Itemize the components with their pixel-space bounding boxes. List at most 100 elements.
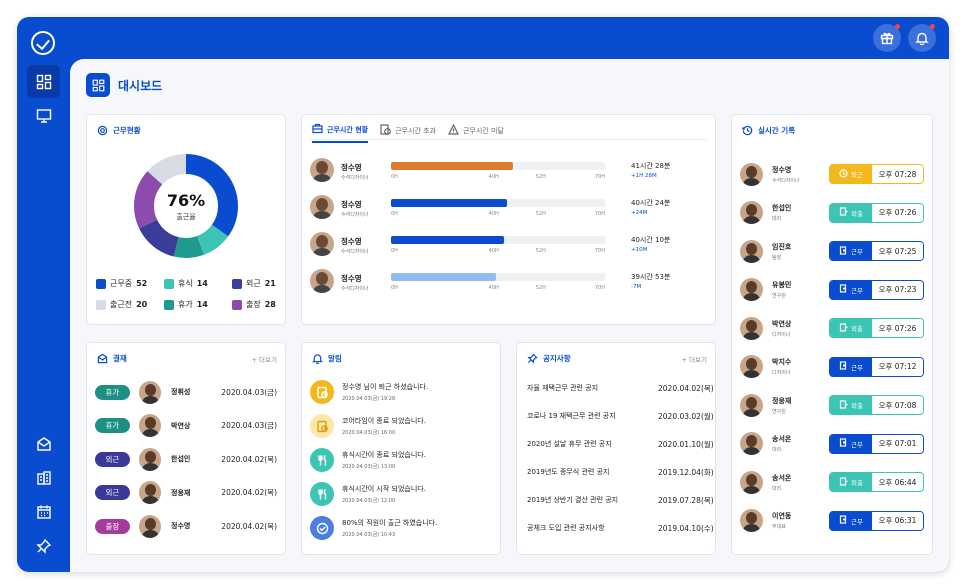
alert-message: 80%의 직원이 출근 하였습니다. <box>342 519 438 527</box>
legend-label: 근무중 <box>110 279 133 288</box>
check-circle-icon <box>310 516 334 540</box>
notice-row[interactable]: 2019년도 종무식 관련 공지 2019.12.04(화) <box>527 467 922 478</box>
alert-row[interactable]: 코어타임이 종료 되었습니다. 2020.04.03(금) 16:00 <box>310 412 496 440</box>
realtime-row[interactable]: 정수영 수석디자이너 퇴근 오후 07:28 <box>740 160 925 188</box>
approval-row[interactable]: 휴가 박연상 2020.04.03(금) <box>95 413 277 439</box>
alert-row[interactable]: 휴식시간이 시작 되었습니다. 2020.04.03(금) 12:00 <box>310 480 496 508</box>
tick-label: 0H <box>391 285 398 291</box>
realtime-row[interactable]: 박지수 디자이너 근무 오후 07:12 <box>740 353 925 381</box>
attendance-rate-label: 출근율 <box>176 212 196 221</box>
worktime-row[interactable]: 정수영 수석디자이너 0H 40H 52H 70H 41시간 28분 +1H 28M <box>310 158 708 186</box>
approval-more-link[interactable]: + 더보기 <box>252 354 277 364</box>
bell-button[interactable] <box>908 24 936 52</box>
realtime-row[interactable]: 한섭인 대리 외출 오후 07:26 <box>740 199 925 227</box>
notice-row[interactable]: 자율 재택근무 관련 공지 2020.04.02(목) <box>527 383 922 394</box>
hours-diff: +10M <box>631 247 648 253</box>
sidebar-item-monitor[interactable] <box>27 99 60 132</box>
alert-text: 80%의 직원이 출근 하였습니다. 2020.04.03(금) 10:43 <box>342 518 437 538</box>
notice-row[interactable]: 2019년 상반기 결산 관련 공지 2019.07.28(목) <box>527 495 922 506</box>
total-hours: 41시간 28분 <box>631 162 671 170</box>
legend-swatch <box>232 278 242 289</box>
notice-row[interactable]: 공체크 도입 관련 공지사항 2019.04.10(수) <box>527 523 922 534</box>
tab-worktime-1[interactable]: 근무시간 초과 <box>380 123 436 143</box>
alert-time: 2020.04.03(금) 10:43 <box>342 532 396 538</box>
donut-center: 76% 출근율 <box>132 152 240 260</box>
tab-worktime-0[interactable]: 근무시간 현황 <box>312 123 369 143</box>
legend-item: 휴식 14 <box>164 278 232 289</box>
avatar <box>310 232 334 256</box>
tick-label: 40H <box>488 211 499 217</box>
worktime-row[interactable]: 정수영 수석디자이너 0H 40H 52H 70H 40시간 24분 +24M <box>310 195 708 223</box>
alerts-header: 알림 <box>312 353 342 364</box>
notice-title: 2019년도 종무식 관련 공지 <box>527 468 610 476</box>
tab-label: 근무시간 미달 <box>462 126 504 135</box>
hours-bar-fill <box>391 236 505 244</box>
legend-swatch <box>164 278 174 289</box>
realtime-role: 디자이너 <box>772 331 791 338</box>
sidebar-item-pin[interactable] <box>27 529 60 562</box>
realtime-info: 한섭인 대리 <box>772 203 829 222</box>
realtime-role: 팀장 <box>772 254 782 261</box>
notice-date: 2020.04.02(목) <box>658 384 714 393</box>
legend-value: 28 <box>264 300 276 309</box>
gift-button[interactable] <box>873 24 901 52</box>
approval-row[interactable]: 외근 정웅재 2020.04.02(목) <box>95 480 277 506</box>
legend-label: 휴가 <box>178 300 193 309</box>
status-label: 퇴근 <box>830 165 872 183</box>
notice-title: 자율 재택근무 관련 공지 <box>527 384 599 392</box>
approval-row[interactable]: 출장 정수영 2020.04.02(목) <box>95 513 277 539</box>
worktime-row[interactable]: 정수영 수석디자이너 0H 40H 52H 70H 40시간 10분 +10M <box>310 232 708 260</box>
worktime-row[interactable]: 정수영 수석디자이너 0H 40H 52H 70H 39시간 53분 -7M <box>310 269 708 297</box>
alert-bell-icon <box>312 354 323 364</box>
tick-label: 52H <box>535 211 546 217</box>
fork-knife-icon <box>310 448 334 472</box>
status-label: 외출 <box>830 319 872 337</box>
main-content: 대시보드 근무현황 76% 출근율 근무중 52 휴식 14 외근 21 출근전 20 휴가 14… <box>70 59 949 572</box>
hours-bar <box>391 273 605 281</box>
tab-worktime-2[interactable]: 근무시간 미달 <box>447 123 504 143</box>
tick-label: 0H <box>391 248 398 254</box>
sidebar-item-calendar[interactable] <box>27 495 60 528</box>
alert-text: 휴식시간이 시작 되었습니다. 2020.04.03(금) 12:00 <box>342 484 426 504</box>
clock-icon <box>310 414 334 438</box>
status-time: 오후 07:25 <box>872 242 923 260</box>
approval-row[interactable]: 외근 한섭인 2020.04.02(목) <box>95 446 277 472</box>
notices-more-link[interactable]: + 더보기 <box>682 354 707 364</box>
status-text: 근무 <box>851 286 863 295</box>
realtime-row[interactable]: 임진호 팀장 근무 오후 07:25 <box>740 237 925 265</box>
avatar <box>740 239 763 263</box>
alert-row[interactable]: 정수영 님이 퇴근 하셨습니다. 2020.04.03(금) 19:28 <box>310 378 496 406</box>
sidebar-item-approval[interactable] <box>27 427 60 460</box>
notice-row[interactable]: 코로나 19 재택근무 관련 공지 2020.03.02(월) <box>527 411 922 422</box>
alert-row[interactable]: 휴식시간이 종료 되었습니다. 2020.04.03(금) 13:00 <box>310 446 496 474</box>
approval-icon <box>36 436 51 451</box>
approval-title: 결재 <box>113 354 127 363</box>
employee-name: 정수영 <box>341 163 362 172</box>
alert-text: 정수영 님이 퇴근 하셨습니다. 2020.04.03(금) 19:28 <box>342 382 428 402</box>
tick-label: 0H <box>391 174 398 180</box>
realtime-row[interactable]: 유봉민 연구원 근무 오후 07:23 <box>740 276 925 304</box>
sidebar-item-organization[interactable] <box>27 461 60 494</box>
sidebar-item-dashboard[interactable] <box>27 65 60 98</box>
approval-card: 결재 + 더보기 휴가 정휘성 2020.04.03(금) 휴가 박연상 2020.04.… <box>86 342 286 555</box>
bell-icon <box>915 32 929 45</box>
employee-name: 정수영 <box>341 237 362 246</box>
legend-item: 휴가 14 <box>164 299 232 310</box>
legend-label: 휴식 <box>178 279 193 288</box>
monitor-icon <box>36 108 51 123</box>
status-text: 근무 <box>851 248 863 256</box>
realtime-row[interactable]: 박연상 디자이너 외출 오후 07:26 <box>740 314 925 342</box>
status-time: 오후 07:28 <box>872 165 923 183</box>
logo-check-icon[interactable] <box>31 31 55 55</box>
clock-out-icon <box>839 168 848 180</box>
approval-row[interactable]: 휴가 정휘성 2020.04.03(금) <box>95 379 277 405</box>
notice-row[interactable]: 2020년 설날 휴무 관련 공지 2020.01.10(월) <box>527 439 922 450</box>
alert-message: 정수영 님이 퇴근 하셨습니다. <box>342 383 429 391</box>
alert-time: 2020.04.03(금) 19:28 <box>342 396 396 402</box>
approval-type-badge: 휴가 <box>95 384 130 400</box>
alert-row[interactable]: 80%의 직원이 출근 하였습니다. 2020.04.03(금) 10:43 <box>310 514 496 542</box>
realtime-card: 실시간 기록 정수영 수석디자이너 퇴근 오후 07:28 한섭인 대리 외출 오후 07:2… <box>731 114 933 555</box>
realtime-info: 박지수 디자이너 <box>772 357 829 376</box>
notice-title: 2020년 설날 휴무 관련 공지 <box>527 440 612 448</box>
legend-value: 14 <box>196 300 208 309</box>
